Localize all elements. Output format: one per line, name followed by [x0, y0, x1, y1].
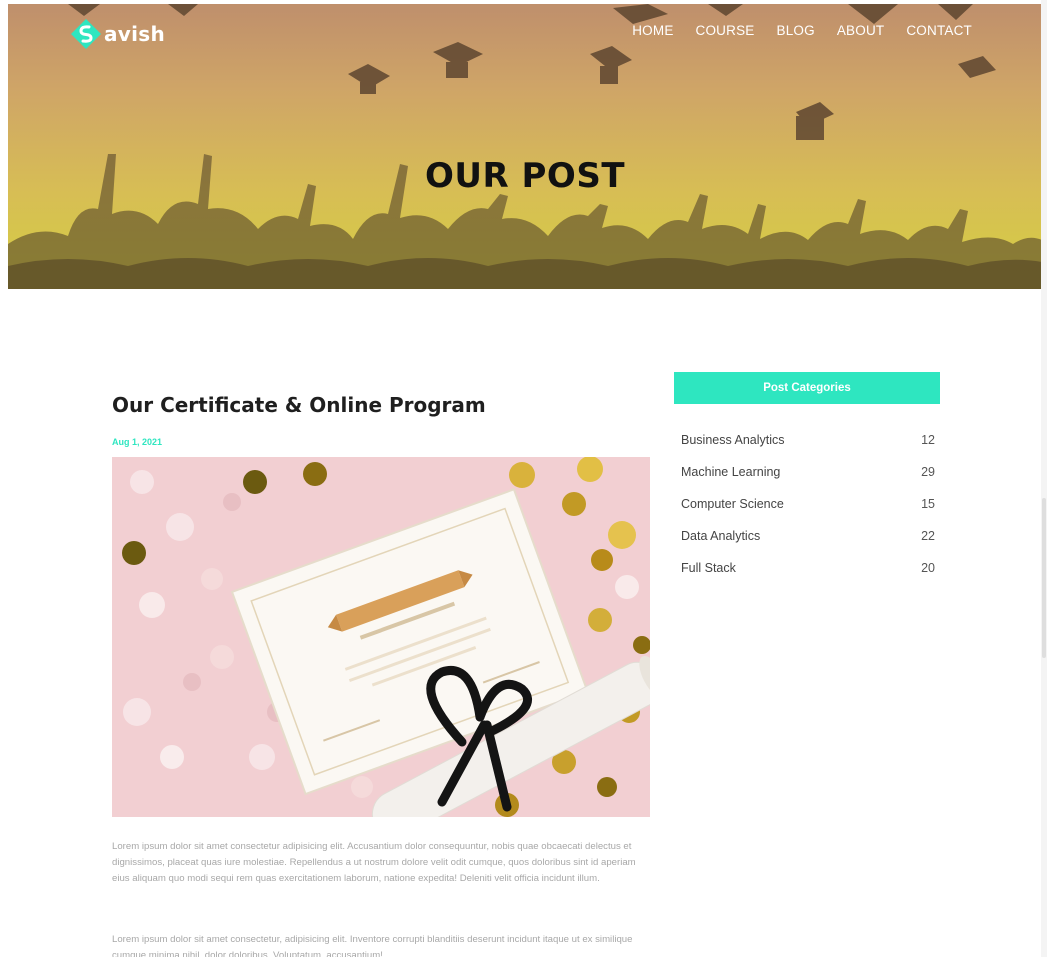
nav-course-link[interactable]: COURSE — [696, 23, 755, 38]
category-count: 20 — [921, 561, 935, 575]
nav-blog-link[interactable]: BLOG — [777, 23, 815, 38]
category-name: Computer Science — [681, 497, 784, 511]
category-name: Machine Learning — [681, 465, 781, 479]
main-nav: HOME COURSE BLOG ABOUT CONTACT — [632, 23, 972, 38]
post-image[interactable] — [112, 457, 650, 817]
category-item[interactable]: Data Analytics 22 — [681, 520, 935, 552]
hero-banner: avish HOME COURSE BLOG ABOUT CONTACT OUR… — [8, 4, 1042, 289]
page-title: OUR POST — [424, 156, 626, 196]
category-count: 22 — [921, 529, 935, 543]
scrollbar-thumb[interactable] — [1042, 498, 1046, 658]
category-item[interactable]: Machine Learning 29 — [681, 456, 935, 488]
brand-name: avish — [104, 22, 166, 46]
post-categories-heading: Post Categories — [674, 372, 940, 404]
category-item[interactable]: Computer Science 15 — [681, 488, 935, 520]
diamond-logo-icon — [71, 19, 101, 49]
post-paragraph: Lorem ipsum dolor sit amet consectetur a… — [112, 841, 636, 884]
nav-about-link[interactable]: ABOUT — [837, 23, 885, 38]
category-item[interactable]: Business Analytics 12 — [681, 424, 935, 456]
category-item[interactable]: Full Stack 20 — [681, 552, 935, 584]
category-count: 29 — [921, 465, 935, 479]
nav-home-link[interactable]: HOME — [632, 23, 673, 38]
post-date: Aug 1, 2021 — [112, 437, 163, 447]
category-name: Business Analytics — [681, 433, 785, 447]
post-categories-list: Business Analytics 12 Machine Learning 2… — [681, 424, 935, 584]
page-scrollbar[interactable] — [1041, 0, 1047, 957]
category-count: 15 — [921, 497, 935, 511]
category-name: Data Analytics — [681, 529, 761, 543]
category-count: 12 — [921, 433, 935, 447]
brand-logo[interactable]: avish — [70, 18, 165, 50]
post-title[interactable]: Our Certificate & Online Program — [112, 393, 486, 417]
category-name: Full Stack — [681, 561, 736, 575]
nav-contact-link[interactable]: CONTACT — [906, 23, 972, 38]
post-paragraph: Lorem ipsum dolor sit amet consectetur, … — [112, 934, 633, 957]
certificate-image — [112, 457, 650, 817]
